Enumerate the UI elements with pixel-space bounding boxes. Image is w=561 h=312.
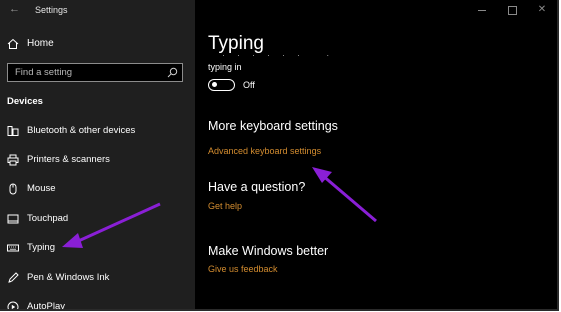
home-icon: [7, 38, 19, 49]
sidebar-item-label: Pen & Windows Ink: [27, 272, 110, 283]
sidebar-item-autoplay[interactable]: AutoPlay: [0, 296, 195, 311]
back-arrow-icon[interactable]: ←: [9, 3, 20, 15]
make-windows-better-heading: Make Windows better: [208, 244, 329, 258]
keyboard-icon: [7, 244, 19, 252]
settings-window: ← Settings Home Devices Bluetooth & othe…: [0, 0, 559, 311]
main-content: ✕ Typing ' . . . . . . ' . typing in Off…: [195, 0, 557, 309]
toggle-knob: [212, 82, 217, 87]
sidebar-item-label: Mouse: [27, 183, 56, 194]
setting-label: typing in: [208, 62, 242, 72]
sidebar-item-printers[interactable]: Printers & scanners: [0, 149, 195, 171]
close-icon[interactable]: ✕: [532, 3, 552, 17]
minimize-icon[interactable]: [472, 3, 492, 17]
touchpad-icon: [7, 214, 19, 224]
search-input[interactable]: [8, 64, 165, 81]
window-controls: ✕: [467, 0, 557, 20]
question-heading: Have a question?: [208, 180, 306, 194]
maximize-icon[interactable]: [502, 3, 522, 17]
pen-icon: [8, 272, 19, 283]
sidebar-item-label: Typing: [27, 242, 55, 253]
search-icon[interactable]: [167, 67, 178, 78]
search-box: [7, 63, 183, 82]
sidebar-item-touchpad[interactable]: Touchpad: [0, 208, 195, 230]
advanced-keyboard-settings-link[interactable]: Advanced keyboard settings: [208, 146, 321, 156]
sidebar-item-pen[interactable]: Pen & Windows Ink: [0, 267, 195, 289]
title-bar: ← Settings: [0, 0, 195, 20]
mouse-icon: [9, 183, 17, 195]
partial-text: ' . . . . . . ' .: [208, 53, 334, 58]
sidebar-item-typing[interactable]: Typing: [0, 237, 195, 259]
sidebar-item-label: Bluetooth & other devices: [27, 125, 136, 136]
sidebar-item-label: Touchpad: [27, 213, 69, 224]
get-help-link[interactable]: Get help: [208, 201, 242, 211]
give-feedback-link[interactable]: Give us feedback: [208, 264, 278, 274]
home-label: Home: [27, 38, 54, 49]
section-title: Devices: [7, 96, 43, 107]
home-nav-item[interactable]: Home: [0, 34, 195, 54]
autoplay-icon: [7, 301, 19, 309]
app-title: Settings: [35, 5, 68, 15]
sidebar: ← Settings Home Devices Bluetooth & othe…: [0, 0, 195, 309]
toggle-state-label: Off: [243, 80, 255, 90]
more-keyboard-heading: More keyboard settings: [208, 119, 338, 133]
sidebar-item-label: Printers & scanners: [27, 154, 110, 165]
sidebar-item-label: AutoPlay: [27, 301, 66, 311]
page-title: Typing: [208, 33, 264, 54]
toggle-switch[interactable]: [208, 79, 235, 91]
printer-icon: [7, 154, 19, 166]
sidebar-item-mouse[interactable]: Mouse: [0, 178, 195, 200]
partially-hidden-text: ' . . . . . . ' .: [208, 53, 508, 63]
bluetooth-devices-icon: [7, 126, 19, 136]
sidebar-item-bluetooth[interactable]: Bluetooth & other devices: [0, 120, 195, 142]
